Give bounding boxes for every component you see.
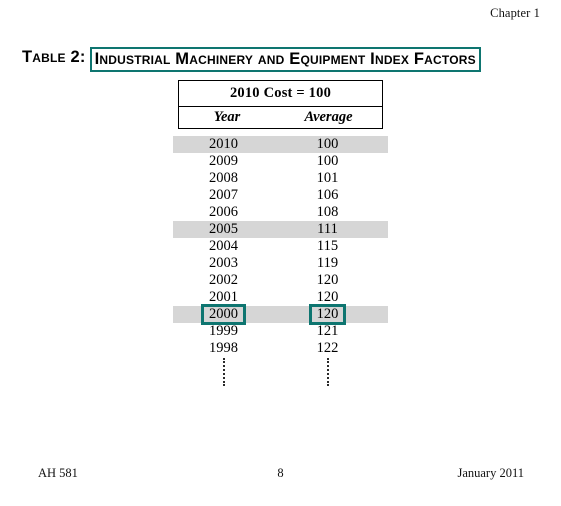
- column-header-year: Year: [213, 109, 241, 125]
- cell-year: 2003: [209, 255, 238, 271]
- table-row: 2006 108: [173, 204, 388, 221]
- cell-average: 122: [316, 340, 339, 356]
- table-row: 2002 120: [173, 272, 388, 289]
- index-factors-table: 2010 Cost = 100 Year Average 2010 100 2009…: [173, 80, 388, 386]
- table-body: 2010 100 2009 100 2008 101 2007 106 2006 108 2005 1…: [173, 136, 388, 357]
- table-row: 2003 119: [173, 255, 388, 272]
- table-row: 2004 115: [173, 238, 388, 255]
- cell-year: 2010: [209, 136, 238, 152]
- cell-average: 108: [316, 204, 339, 220]
- table-row: 2000 120: [173, 304, 388, 325]
- table-caption: Table 2: Industrial Machinery and Equipm…: [22, 47, 481, 72]
- highlighted-year-value: 2000: [201, 304, 246, 325]
- cell-year: 1999: [209, 323, 238, 339]
- table-row: 2005 111: [173, 221, 388, 238]
- cell-average: 101: [316, 170, 339, 186]
- table-row: 2009 100: [173, 153, 388, 170]
- cell-year: 2006: [209, 204, 238, 220]
- cell-year: 2005: [209, 221, 238, 237]
- table-row: 2007 106: [173, 187, 388, 204]
- cell-year: 2004: [209, 238, 238, 254]
- table-row: 2008 101: [173, 170, 388, 187]
- cell-average: 121: [316, 323, 339, 339]
- page-header-chapter: Chapter 1: [490, 6, 540, 20]
- cell-average: 106: [316, 187, 339, 203]
- cell-average: 100: [316, 153, 339, 169]
- table-row: 2010 100: [173, 136, 388, 153]
- table-caption-label: Table 2:: [22, 48, 86, 66]
- cell-year: 1998: [209, 340, 238, 356]
- table-header-box: 2010 Cost = 100 Year Average: [178, 80, 383, 129]
- vertical-ellipsis-average-icon: [327, 358, 329, 386]
- cell-average: 100: [316, 136, 339, 152]
- highlighted-average-value: 120: [308, 304, 347, 325]
- vertical-ellipsis-year-icon: [223, 358, 225, 386]
- cell-average: 120: [274, 304, 381, 325]
- cell-year: 2008: [209, 170, 238, 186]
- cell-year: 2009: [209, 153, 238, 169]
- cell-average: 119: [316, 255, 339, 271]
- cell-average: 115: [316, 238, 339, 254]
- page-footer: AH 581 8 January 2011: [0, 466, 561, 486]
- cell-average: 111: [317, 221, 338, 237]
- table-caption-title-highlight: Industrial Machinery and Equipment Index…: [89, 47, 481, 72]
- cell-year: 2007: [209, 187, 238, 203]
- column-header-average: Average: [304, 109, 353, 125]
- table-continuation-ellipsis: [173, 358, 388, 392]
- table-row: 1998 122: [173, 340, 388, 357]
- footer-date: January 2011: [457, 466, 524, 480]
- table-row: 1999 121: [173, 323, 388, 340]
- table-basis-header: 2010 Cost = 100: [179, 81, 382, 107]
- cell-year: 2002: [209, 272, 238, 288]
- cell-average: 120: [316, 272, 339, 288]
- table-column-headers: Year Average: [179, 107, 382, 128]
- cell-year: 2000: [173, 304, 274, 325]
